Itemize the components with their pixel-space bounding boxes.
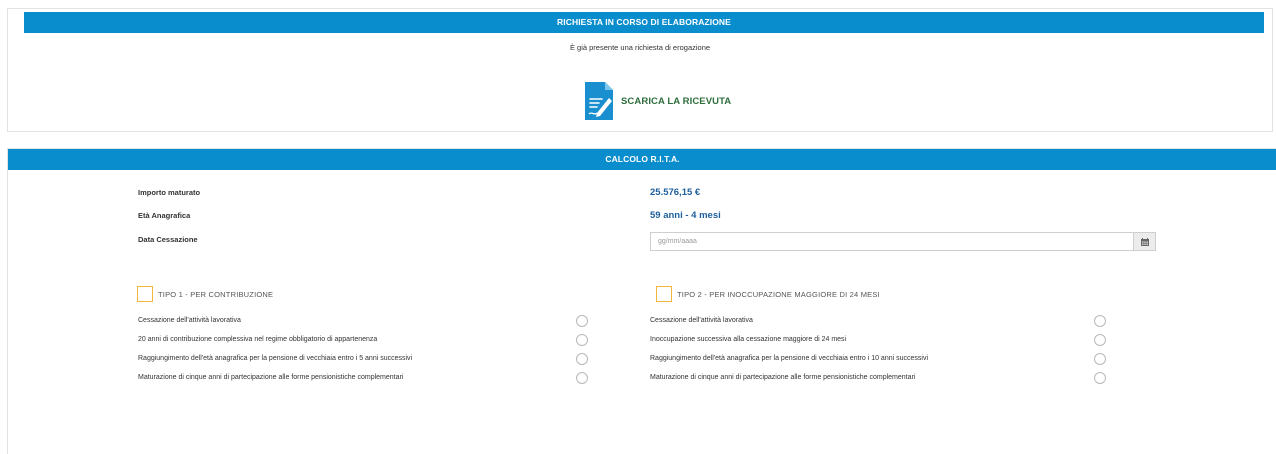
age-label: Età Anagrafica [138, 211, 191, 220]
termination-date-field [650, 232, 1156, 251]
tipo1-condition-radio[interactable] [576, 334, 588, 346]
tipo2-condition-radio[interactable] [1094, 315, 1106, 327]
tipo2-condition-row: Inoccupazione successiva alla cessazione… [650, 334, 1120, 346]
tipo1-condition-row: Raggiungimento dell'età anagrafica per l… [138, 353, 603, 365]
tipo2-label: TIPO 2 - PER INOCCUPAZIONE MAGGIORE DI 2… [677, 289, 880, 299]
tipo2-condition-radio[interactable] [1094, 334, 1106, 346]
calendar-icon [1140, 237, 1149, 246]
amount-accrued-value: 25.576,15 € [650, 187, 701, 198]
rita-calculation-panel: CALCOLO R.I.T.A. Importo maturato 25.576… [7, 148, 1276, 454]
tipo1-option: TIPO 1 - PER CONTRIBUZIONE [137, 286, 273, 302]
tipo2-condition-radio[interactable] [1094, 372, 1106, 384]
age-value: 59 anni - 4 mesi [650, 210, 721, 221]
tipo1-condition-row: 20 anni di contribuzione complessiva nel… [138, 334, 603, 346]
calendar-button[interactable] [1133, 233, 1155, 250]
tipo2-condition-label: Maturazione di cinque anni di partecipaz… [650, 374, 916, 381]
tipo1-condition-radio[interactable] [576, 372, 588, 384]
tipo1-condition-radio[interactable] [576, 315, 588, 327]
termination-date-label: Data Cessazione [138, 235, 198, 244]
tipo1-condition-label: Cessazione dell'attività lavorativa [138, 317, 241, 324]
request-status-panel: RICHIESTA IN CORSO DI ELABORAZIONE È già… [7, 8, 1273, 132]
document-signature-icon [585, 82, 613, 120]
rita-calculation-header: CALCOLO R.I.T.A. [8, 149, 1276, 170]
tipo2-condition-label: Raggiungimento dell'età anagrafica per l… [650, 355, 929, 362]
tipo2-condition-radio[interactable] [1094, 353, 1106, 365]
tipo1-condition-row: Cessazione dell'attività lavorativa [138, 315, 603, 327]
tipo2-condition-label: Inoccupazione successiva alla cessazione… [650, 336, 847, 343]
tipo2-condition-row: Cessazione dell'attività lavorativa [650, 315, 1120, 327]
tipo1-condition-radio[interactable] [576, 353, 588, 365]
tipo1-condition-row: Maturazione di cinque anni di partecipaz… [138, 372, 603, 384]
request-status-header: RICHIESTA IN CORSO DI ELABORAZIONE [24, 12, 1264, 33]
tipo1-label: TIPO 1 - PER CONTRIBUZIONE [158, 289, 274, 299]
amount-accrued-label: Importo maturato [138, 188, 201, 197]
tipo2-condition-row: Raggiungimento dell'età anagrafica per l… [650, 353, 1120, 365]
termination-date-input[interactable] [651, 233, 1133, 250]
tipo2-option: TIPO 2 - PER INOCCUPAZIONE MAGGIORE DI 2… [656, 286, 880, 302]
tipo2-condition-label: Cessazione dell'attività lavorativa [650, 317, 753, 324]
download-receipt-label: SCARICA LA RICEVUTA [621, 95, 732, 107]
download-receipt-button[interactable]: SCARICA LA RICEVUTA [584, 79, 731, 123]
tipo1-checkbox[interactable] [137, 286, 153, 302]
existing-request-message: È già presente una richiesta di erogazio… [569, 43, 711, 52]
tipo2-condition-row: Maturazione di cinque anni di partecipaz… [650, 372, 1120, 384]
tipo2-checkbox[interactable] [656, 286, 672, 302]
tipo1-condition-label: Raggiungimento dell'età anagrafica per l… [138, 355, 413, 362]
tipo1-condition-label: 20 anni di contribuzione complessiva nel… [138, 336, 378, 343]
tipo1-condition-label: Maturazione di cinque anni di partecipaz… [138, 374, 404, 381]
